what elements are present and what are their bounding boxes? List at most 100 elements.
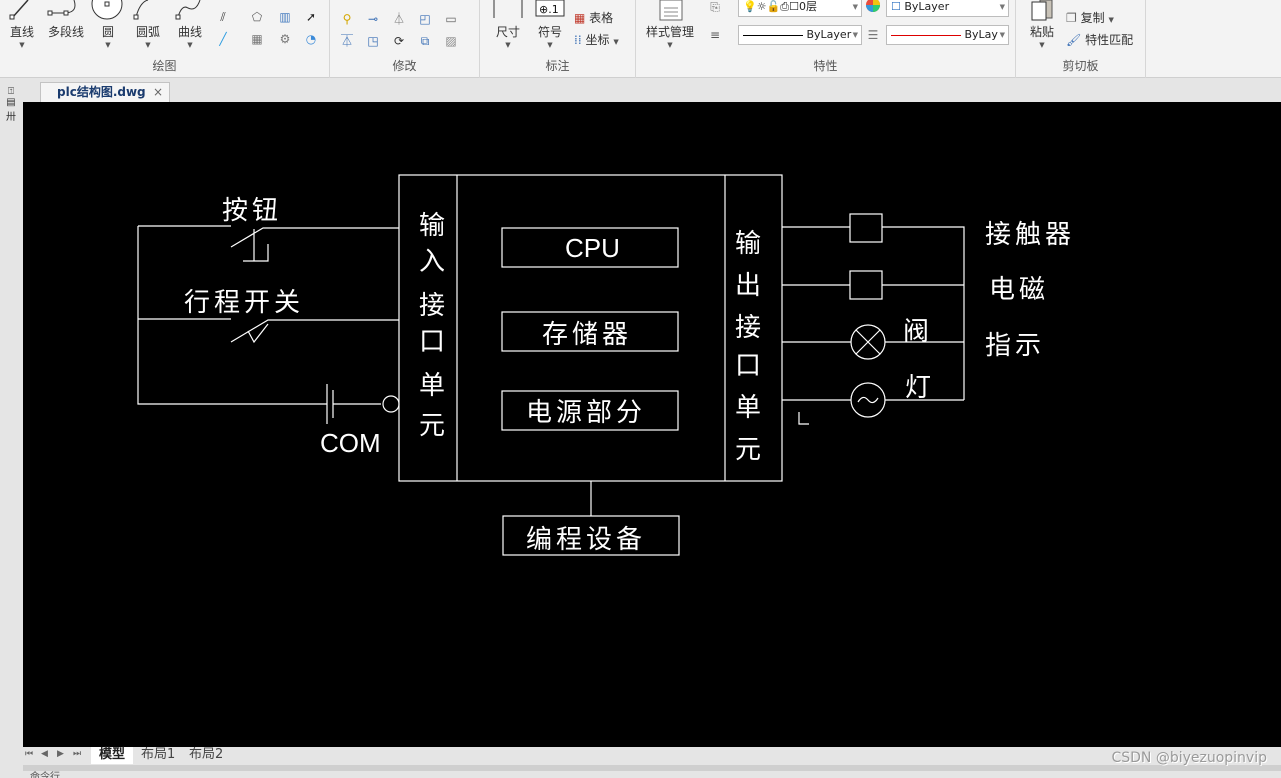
layer-value: 0层 <box>798 0 817 13</box>
tab-layout1[interactable]: 布局1 <box>133 747 183 764</box>
layer-manager-icon[interactable]: ⎘ <box>706 0 724 16</box>
construction-line-icon[interactable]: ⫽ <box>214 8 232 26</box>
circle-button[interactable]: 圆 ▼ <box>88 0 128 50</box>
lineweight-dropdown[interactable]: ByLay ▼ <box>886 25 1009 45</box>
arc-button[interactable]: 圆弧 ▼ <box>128 0 168 50</box>
push-button-label: 按钮 <box>222 196 282 226</box>
tab-layout2[interactable]: 布局2 <box>181 747 231 764</box>
rotate-icon[interactable]: ⟳ <box>390 32 408 50</box>
com-terminal <box>382 395 400 413</box>
paste-icon <box>1022 0 1062 22</box>
close-icon[interactable]: × <box>153 83 163 101</box>
dimension-label: 尺寸 <box>495 25 520 39</box>
drawing-canvas[interactable]: 按钮 行程开关 存储器 电源部分 编程设备 接触器 电磁 阀 指示 灯 输 入 … <box>23 102 1281 747</box>
power-label: 电源部分 <box>526 398 646 428</box>
draw-panel-title: 绘图 <box>152 59 177 73</box>
first-tab-icon[interactable]: ⏮ <box>25 749 33 759</box>
output-wiring <box>782 226 965 401</box>
contactor-coil <box>849 213 883 243</box>
revcloud-icon[interactable]: ▥ <box>276 8 294 26</box>
rectangle-icon[interactable]: ▭ <box>442 10 460 28</box>
view-icon[interactable]: ▤ <box>0 97 22 108</box>
next-tab-icon[interactable]: ▶ <box>57 749 64 759</box>
chevron-down-icon: ▼ <box>999 31 1005 39</box>
document-tab[interactable]: plc结构图.dwg × <box>40 82 170 102</box>
linetype-value: ByLayer <box>806 28 852 41</box>
arc-label: 圆弧 <box>135 25 160 39</box>
table-button[interactable]: ▦ 表格 <box>574 9 613 26</box>
solenoid-coil <box>849 270 883 300</box>
copy-button[interactable]: ❐ 复制 ▼ <box>1066 9 1114 26</box>
programmer-label: 编程设备 <box>526 525 646 555</box>
move-icon[interactable]: ⚲ <box>338 10 356 28</box>
linetype-dropdown[interactable]: ByLayer ▼ <box>738 25 862 45</box>
ucs-icon[interactable]: ⍐ <box>0 86 22 97</box>
mirror-icon[interactable]: ⏃ <box>390 10 408 28</box>
gear-icon[interactable]: ⚙ <box>276 30 294 48</box>
match-properties-button[interactable]: 🖌 特性匹配 <box>1066 31 1133 48</box>
lineweight-icon[interactable]: ☰ <box>864 26 882 44</box>
symbol-icon: ⊕.1 <box>530 0 570 22</box>
left-toolbar: ⍐ ▤ 卅 <box>0 86 22 136</box>
polyline-icon <box>44 0 88 22</box>
gradient-icon[interactable]: ◔ <box>302 30 320 48</box>
dimension-button[interactable]: 尺寸 ▼ <box>488 0 528 50</box>
region-icon[interactable]: ⬠ <box>248 8 266 26</box>
paste-button[interactable]: 粘贴 ▼ <box>1022 0 1062 50</box>
xline-icon[interactable]: ╱ <box>214 30 232 48</box>
polyline-button[interactable]: 多段线 <box>44 0 88 40</box>
spline-label: 曲线 <box>177 25 202 39</box>
scale-icon[interactable]: ◳ <box>364 32 382 50</box>
memory-label: 存储器 <box>542 320 632 350</box>
indicator-label-2: 灯 <box>905 373 931 403</box>
style-manager-button[interactable]: 样式管理 ▼ <box>640 0 700 50</box>
polyline-label: 多段线 <box>47 25 84 39</box>
chevron-down-icon: ▼ <box>613 38 619 46</box>
output-unit-label: 输 出 接 口 单 元 <box>735 229 761 465</box>
draw-panel: 直线 ▼ 多段线 圆 ▼ 圆弧 ▼ 曲线 ▼ ⫽ ╱ ⬠ ▦ ▥ ⚙ ➚ ◔ 绘… <box>0 0 330 78</box>
trim-icon[interactable]: ⊸ <box>364 10 382 28</box>
arrow-icon[interactable]: ➚ <box>302 8 320 26</box>
coordinate-icon: ⁞⁞ <box>574 33 582 47</box>
watermark: CSDN @biyezuopinvip <box>1111 750 1267 766</box>
grid-icon[interactable]: 卅 <box>0 108 22 123</box>
stretch-icon[interactable]: ⏄ <box>338 32 356 50</box>
annotate-panel-title: 标注 <box>545 59 570 73</box>
offset-icon[interactable]: ◰ <box>416 10 434 28</box>
line-label: 直线 <box>9 25 34 39</box>
edit-hatch-icon[interactable]: ▨ <box>442 32 460 50</box>
tab-model[interactable]: 模型 <box>91 747 134 764</box>
linetype-icon[interactable]: ≡ <box>706 26 724 44</box>
hatch-icon[interactable]: ▦ <box>248 30 266 48</box>
input-unit-char: 口 <box>419 327 445 357</box>
chevron-down-icon: ▼ <box>145 41 151 49</box>
color-dropdown[interactable]: ☐ ByLayer ▼ <box>886 0 1009 17</box>
paste-label: 粘贴 <box>1029 25 1054 39</box>
com-battery-symbol <box>326 384 381 424</box>
layer-dropdown[interactable]: 💡☼🔓⎙☐0层 ▼ <box>738 0 862 17</box>
symbol-button[interactable]: ⊕.1 符号 ▼ <box>530 0 570 50</box>
lock-icon: 🔓 <box>766 0 781 13</box>
match-properties-label: 特性匹配 <box>1085 33 1134 47</box>
color-swatch-icon: ☐ <box>891 0 901 13</box>
solenoid-label-1: 电磁 <box>989 275 1049 305</box>
limit-switch-symbol <box>230 319 399 344</box>
ribbon: 直线 ▼ 多段线 圆 ▼ 圆弧 ▼ 曲线 ▼ ⫽ ╱ ⬠ ▦ ▥ ⚙ ➚ ◔ 绘… <box>0 0 1281 78</box>
sun-icon: ☼ <box>756 0 767 13</box>
input-unit-label: 输 入 接 口 单 元 <box>419 211 445 441</box>
spline-button[interactable]: 曲线 ▼ <box>170 0 210 50</box>
table-icon: ▦ <box>574 11 586 25</box>
last-tab-icon[interactable]: ⏭ <box>73 749 81 759</box>
array-icon[interactable]: ⧉ <box>416 32 434 50</box>
prev-tab-icon[interactable]: ◀ <box>41 749 48 759</box>
command-line[interactable]: 命令行 <box>0 771 1281 778</box>
line-icon <box>2 0 42 22</box>
contactor-label: 接触器 <box>985 220 1075 250</box>
line-button[interactable]: 直线 ▼ <box>2 0 42 50</box>
color-wheel-icon[interactable] <box>864 0 882 15</box>
coordinate-button[interactable]: ⁞⁞ 坐标 ▼ <box>574 31 619 48</box>
linetype-preview <box>743 34 803 36</box>
input-unit-char: 元 <box>419 411 445 441</box>
chevron-down-icon: ▼ <box>1108 16 1114 24</box>
symbol-label: 符号 <box>537 25 562 39</box>
